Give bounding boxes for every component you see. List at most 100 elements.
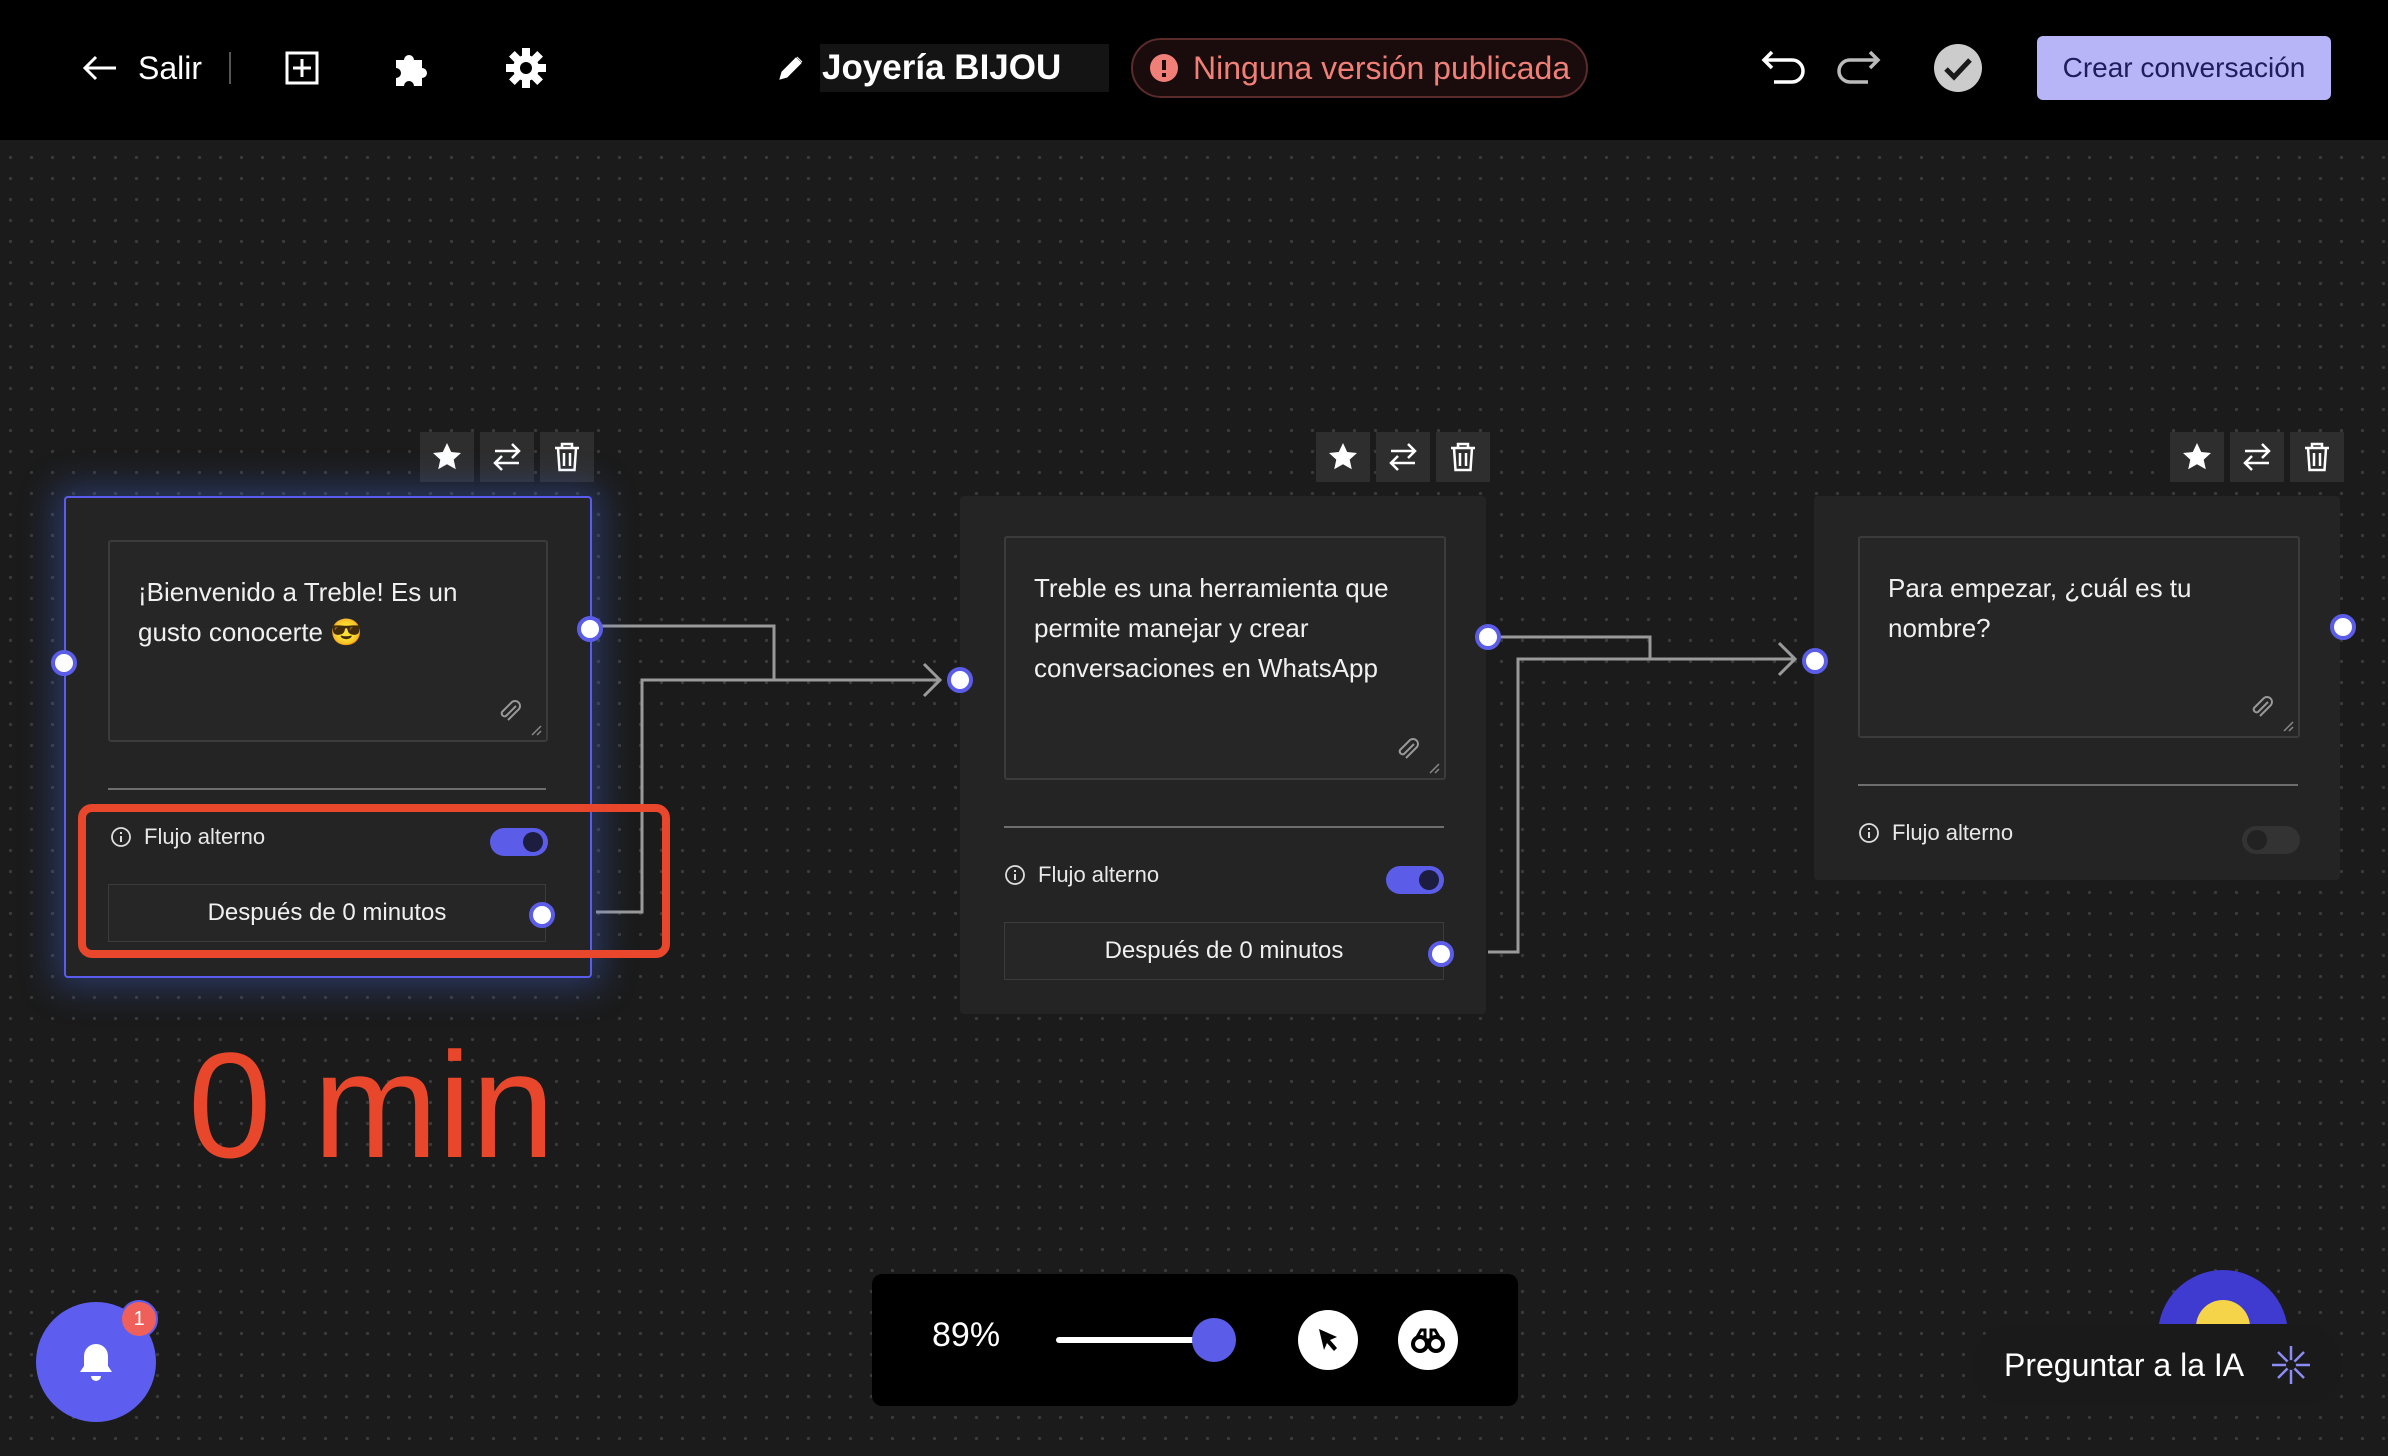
resize-handle-icon[interactable] <box>1428 762 1440 774</box>
divider <box>108 788 546 790</box>
cursor-icon <box>1319 1329 1337 1351</box>
integrations-button[interactable] <box>384 40 440 96</box>
star-icon <box>2183 443 2211 470</box>
toggle-knob <box>1419 870 1439 890</box>
node-2-delay-port[interactable] <box>1428 941 1454 967</box>
attachment-icon[interactable] <box>496 698 522 724</box>
alt-flow-toggle[interactable] <box>490 828 548 856</box>
redo-button[interactable] <box>1830 40 1886 96</box>
attachment-icon[interactable] <box>2248 694 2274 720</box>
node-1-toolbar <box>420 432 594 482</box>
alt-flow-toggle[interactable] <box>1386 866 1444 894</box>
arrow-2 <box>1777 641 1798 677</box>
favorite-button[interactable] <box>2170 432 2224 482</box>
message-text: ¡Bienvenido a Treble! Es un gusto conoce… <box>138 577 458 647</box>
swap-button[interactable] <box>480 432 534 482</box>
create-conversation-label: Crear conversación <box>2062 52 2306 83</box>
puzzle-icon <box>396 55 427 86</box>
node-3-output-port[interactable] <box>2330 614 2356 640</box>
swap-icon <box>493 443 521 471</box>
title-field[interactable]: Joyería BIJOU <box>820 44 1110 92</box>
select-tool-button[interactable] <box>1298 1310 1358 1370</box>
add-node-button[interactable] <box>274 40 330 96</box>
delete-button[interactable] <box>540 432 594 482</box>
message-field[interactable]: ¡Bienvenido a Treble! Es un gusto conoce… <box>108 540 548 742</box>
explore-button[interactable] <box>1398 1310 1458 1370</box>
star-icon <box>1329 443 1357 470</box>
delay-field[interactable]: Después de 0 minutos <box>1004 922 1444 980</box>
divider <box>1858 784 2298 786</box>
node-2-output-port[interactable] <box>1475 624 1501 650</box>
message-node-2[interactable]: Treble es una herramienta que permite ma… <box>960 496 1486 1014</box>
gear-icon <box>506 48 546 88</box>
message-field[interactable]: Treble es una herramienta que permite ma… <box>1004 536 1446 780</box>
attachment-icon[interactable] <box>1394 736 1420 762</box>
node-1-input-port[interactable] <box>51 650 77 676</box>
zoom-controls: 89% <box>872 1274 1518 1406</box>
star-icon <box>433 443 461 470</box>
binoculars-icon <box>1411 1328 1445 1353</box>
trash-icon <box>2305 442 2329 472</box>
resize-handle-icon[interactable] <box>530 724 542 736</box>
alt-flow-row: Flujo alterno <box>110 824 265 850</box>
annotation-text: 0 min <box>188 1021 555 1189</box>
validate-button[interactable] <box>1930 40 1986 96</box>
message-node-1[interactable]: ¡Bienvenido a Treble! Es un gusto conoce… <box>64 496 592 978</box>
favorite-button[interactable] <box>1316 432 1370 482</box>
exit-button[interactable]: Salir <box>82 44 202 92</box>
notification-badge: 1 <box>120 1300 158 1338</box>
alt-flow-label: Flujo alterno <box>1038 862 1160 887</box>
ask-ai-label: Preguntar a la IA <box>2004 1346 2245 1383</box>
arrow-left-icon <box>82 55 116 81</box>
alert-icon <box>1150 54 1178 82</box>
alt-flow-row: Flujo alterno <box>1858 820 2013 846</box>
favorite-button[interactable] <box>420 432 474 482</box>
node-2-toolbar <box>1316 432 1490 482</box>
exit-label: Salir <box>138 49 203 86</box>
message-node-3[interactable]: Para empezar, ¿cuál es tu nombre? Flujo … <box>1814 496 2340 880</box>
page-title: Joyería BIJOU <box>822 48 1062 87</box>
add-square-icon <box>285 51 319 85</box>
swap-button[interactable] <box>2230 432 2284 482</box>
toggle-knob <box>523 832 543 852</box>
alt-flow-label: Flujo alterno <box>144 824 266 849</box>
connector-1-alt <box>596 678 940 914</box>
node-2-input-port[interactable] <box>947 667 973 693</box>
message-field[interactable]: Para empezar, ¿cuál es tu nombre? <box>1858 536 2300 738</box>
ask-ai-button[interactable]: Preguntar a la IA <box>1972 1324 2342 1406</box>
title-editor[interactable]: Joyería BIJOU <box>776 42 1110 94</box>
alt-flow-row: Flujo alterno <box>1004 862 1159 888</box>
arrow-1 <box>922 662 943 698</box>
divider <box>229 52 231 84</box>
settings-button[interactable] <box>498 40 554 96</box>
bell-icon <box>80 1344 112 1381</box>
sparkle-icon <box>2272 1346 2311 1384</box>
undo-icon <box>1761 50 1805 84</box>
node-3-input-port[interactable] <box>1802 648 1828 674</box>
message-text: Treble es una herramienta que permite ma… <box>1034 573 1389 683</box>
delete-button[interactable] <box>2290 432 2344 482</box>
connector-2-alt <box>1488 657 1795 954</box>
delete-button[interactable] <box>1436 432 1490 482</box>
node-1-output-port[interactable] <box>577 616 603 642</box>
node-1-delay-port[interactable] <box>529 902 555 928</box>
resize-handle-icon[interactable] <box>2282 720 2294 732</box>
trash-icon <box>555 442 579 472</box>
divider <box>1004 826 1444 828</box>
info-icon <box>111 827 131 847</box>
info-icon <box>1005 865 1025 885</box>
alt-flow-toggle[interactable] <box>2242 826 2300 854</box>
check-circle-icon <box>1934 44 1982 92</box>
zoom-slider-thumb[interactable] <box>1192 1318 1236 1362</box>
undo-button[interactable] <box>1756 40 1812 96</box>
swap-icon <box>1389 443 1417 471</box>
swap-button[interactable] <box>1376 432 1430 482</box>
delay-label: Después de 0 minutos <box>207 899 447 926</box>
connector-2 <box>1488 635 1795 661</box>
create-conversation-button[interactable]: Crear conversación <box>2037 36 2331 100</box>
delay-field[interactable]: Después de 0 minutos <box>108 884 546 942</box>
node-3-toolbar <box>2170 432 2344 482</box>
status-text: Ninguna versión publicada <box>1193 49 1571 86</box>
message-text: Para empezar, ¿cuál es tu nombre? <box>1888 573 2192 643</box>
top-bar: Salir Joyería BIJOU Ninguna versión publ… <box>0 0 2388 140</box>
